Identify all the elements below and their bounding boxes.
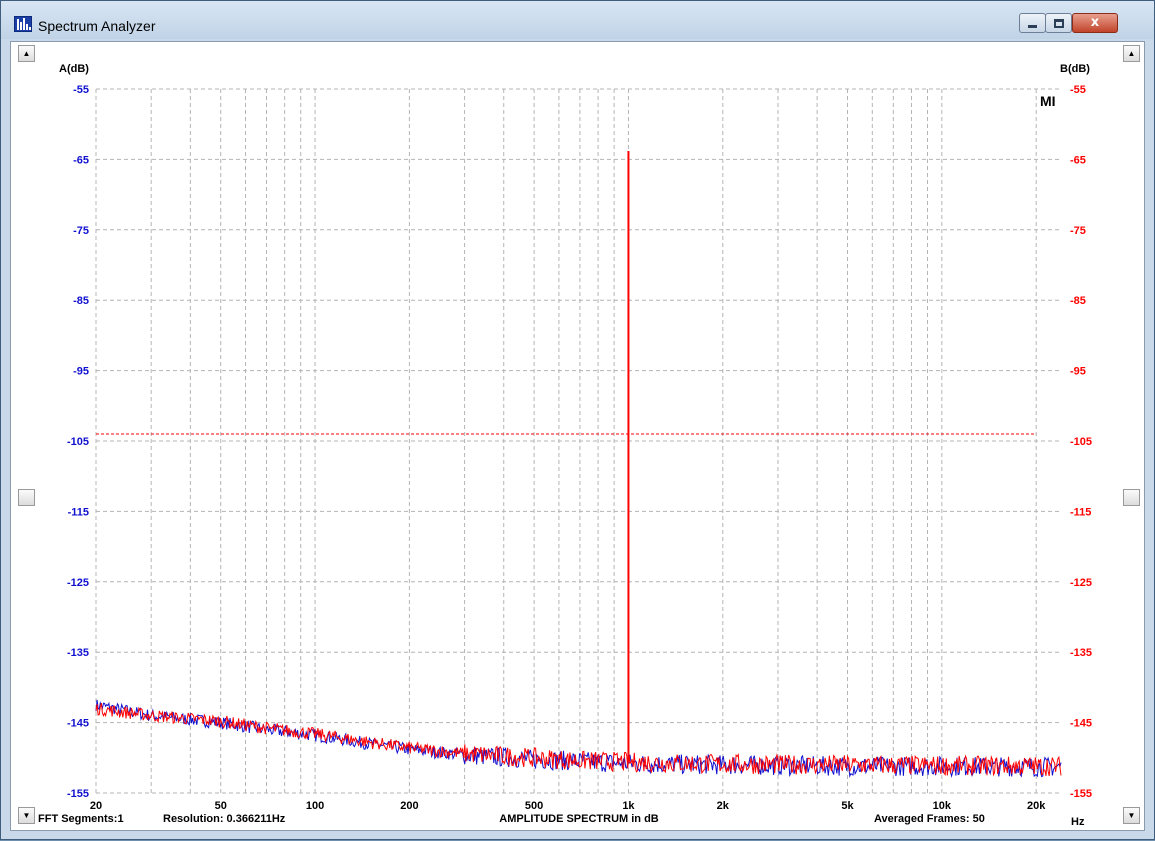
x-tick-label: 500 <box>525 800 543 812</box>
spectrum-chart: -55 -55 -65 -65 -75 -75 -85 -85 -95 -95 -105 -105 -1… <box>38 63 1092 828</box>
y-tick-label-left: -135 <box>67 647 89 659</box>
y-tick-label-right: -115 <box>1070 506 1091 518</box>
grid-lines <box>95 88 1061 794</box>
y-tick-label-left: -65 <box>73 154 89 166</box>
fft-segments-label: FFT Segments:1 <box>38 813 124 825</box>
y-tick-label-left: -125 <box>67 577 89 589</box>
y-tick-label-left: -155 <box>67 788 89 800</box>
x-tick-label: 1k <box>622 800 635 812</box>
right-axis-label: B(dB) <box>1060 63 1090 75</box>
averaged-frames-label: Averaged Frames: 50 <box>874 813 985 825</box>
x-tick-label: 50 <box>215 800 227 812</box>
y-tick-label-right: -135 <box>1070 647 1092 659</box>
y-tick-label-right: -85 <box>1070 295 1086 307</box>
y-tick-label-right: -65 <box>1070 154 1086 166</box>
x-tick-label: 20k <box>1027 800 1046 812</box>
y-tick-label-left: -145 <box>67 718 89 730</box>
y-tick-label-right: -95 <box>1070 366 1086 378</box>
y-tick-label-right: -145 <box>1070 718 1092 730</box>
y-tick-label-left: -55 <box>73 84 89 96</box>
x-tick-label: 2k <box>717 800 730 812</box>
y-tick-label-right: -125 <box>1070 577 1092 589</box>
x-tick-label: 200 <box>400 800 418 812</box>
chart-footer-title: AMPLITUDE SPECTRUM in dB <box>499 813 659 825</box>
resolution-label: Resolution: 0.366211Hz <box>163 813 286 825</box>
y-tick-label-right: -55 <box>1070 84 1086 96</box>
left-axis-label: A(dB) <box>59 63 89 75</box>
trace-channel-a <box>95 699 1062 779</box>
corner-mark: MI <box>1040 93 1056 109</box>
y-tick-label-left: -115 <box>68 506 89 518</box>
y-tick-label-left: -75 <box>73 225 89 237</box>
y-tick-label-right: -75 <box>1070 225 1086 237</box>
series-traces <box>95 150 1062 779</box>
y-tick-label-left: -95 <box>73 366 89 378</box>
x-tick-label: 5k <box>841 800 854 812</box>
y-tick-label-left: -105 <box>67 436 89 448</box>
x-tick-label: 10k <box>933 800 952 812</box>
x-axis-labels: 20 50 100 200 500 1k 2k 5k 10k 20k <box>90 800 1046 812</box>
y-tick-label-right: -105 <box>1070 436 1092 448</box>
y-tick-label-right: -155 <box>1070 788 1092 800</box>
spectrum-analyzer-window: Spectrum Analyzer x ▲ ▼ ▲ ▼ -55 -55 -65 -65… <box>0 0 1155 840</box>
x-tick-label: 20 <box>90 800 102 812</box>
x-tick-label: 100 <box>306 800 324 812</box>
x-unit-label: Hz <box>1071 816 1085 828</box>
y-tick-label-left: -85 <box>73 295 89 307</box>
